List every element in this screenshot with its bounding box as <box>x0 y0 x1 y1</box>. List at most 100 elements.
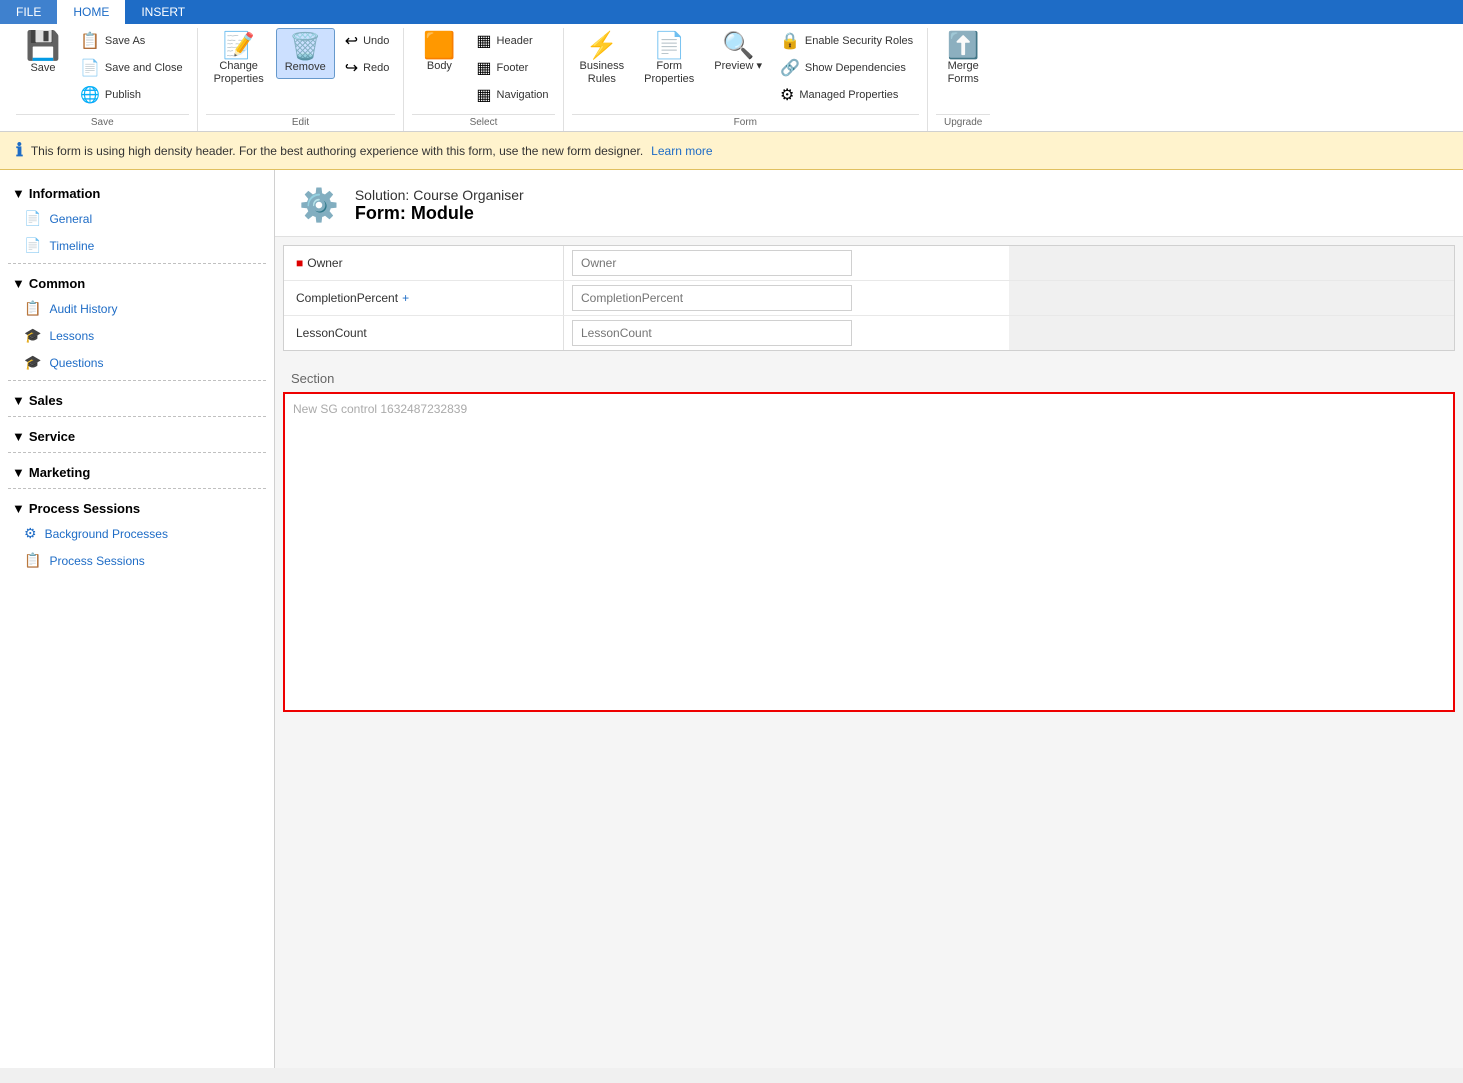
sidebar-section-header-common[interactable]: ▼ Common <box>0 268 274 295</box>
sidebar-section-header-service[interactable]: ▼ Service <box>0 421 274 448</box>
edit-group-label: Edit <box>206 114 396 131</box>
form-name-text: Form: Module <box>355 203 524 224</box>
sidebar-section-common: ▼ Common 📋 Audit History 🎓 Lessons 🎓 Que… <box>0 268 274 376</box>
save-button[interactable]: 💾 Save <box>16 28 70 79</box>
content-area: ⚙️ Solution: Course Organiser Form: Modu… <box>275 170 1463 1068</box>
sidebar-item-questions[interactable]: 🎓 Questions <box>0 349 274 376</box>
background-processes-icon: ⚙ <box>24 525 37 542</box>
ribbon-group-upgrade: ⬆️ Merge Forms Upgrade <box>928 28 998 131</box>
lessoncount-field-cell <box>564 316 1009 350</box>
sidebar: ▼ Information 📄 General 📄 Timeline ▼ Com… <box>0 170 275 1068</box>
sidebar-item-lessons[interactable]: 🎓 Lessons <box>0 322 274 349</box>
save-as-icon: 📋 <box>80 31 100 51</box>
tab-insert[interactable]: INSERT <box>125 0 201 24</box>
enable-security-label: Enable Security Roles <box>805 35 913 47</box>
audit-history-label: Audit History <box>49 302 117 316</box>
owner-label: Owner <box>307 256 342 270</box>
completion-label-cell: CompletionPercent + <box>284 281 564 315</box>
table-row: LessonCount <box>284 316 1454 350</box>
show-dependencies-label: Show Dependencies <box>805 62 906 74</box>
save-as-button[interactable]: 📋 Save As <box>74 28 189 54</box>
preview-button[interactable]: 🔍 Preview ▾ <box>706 28 770 77</box>
background-processes-label: Background Processes <box>45 527 168 541</box>
save-group-label: Save <box>16 114 189 131</box>
save-close-button[interactable]: 📄 Save and Close <box>74 55 189 81</box>
save-close-label: Save and Close <box>105 62 183 74</box>
undo-button[interactable]: ↩ Undo <box>339 28 396 54</box>
preview-label: Preview ▾ <box>714 60 762 73</box>
change-properties-button[interactable]: 📝 Change Properties <box>206 28 272 90</box>
navigation-button[interactable]: ▦ Navigation <box>470 82 554 108</box>
section-arrow-common: ▼ <box>12 276 25 291</box>
body-button[interactable]: 🟧 Body <box>412 28 466 77</box>
lessons-label: Lessons <box>49 329 94 343</box>
section-label: Section <box>275 359 1463 392</box>
publish-icon: 🌐 <box>80 85 100 105</box>
footer-button[interactable]: ▦ Footer <box>470 55 554 81</box>
section-label-sales: Sales <box>29 393 63 408</box>
form-name: Module <box>411 203 474 223</box>
section-label-service: Service <box>29 429 75 444</box>
save-close-icon: 📄 <box>80 58 100 78</box>
lessoncount-label-cell: LessonCount <box>284 316 564 350</box>
managed-properties-label: Managed Properties <box>799 89 898 101</box>
timeline-label: Timeline <box>49 239 94 253</box>
sidebar-item-process-sessions[interactable]: 📋 Process Sessions <box>0 547 274 574</box>
completion-field-cell <box>564 281 1009 315</box>
completion-label: CompletionPercent <box>296 291 398 305</box>
section-arrow-marketing: ▼ <box>12 465 25 480</box>
sidebar-section-sales: ▼ Sales <box>0 385 274 412</box>
info-icon: ℹ <box>16 140 23 161</box>
form-header: ⚙️ Solution: Course Organiser Form: Modu… <box>275 170 1463 237</box>
remove-button[interactable]: 🗑️ Remove <box>276 28 335 79</box>
form-fields-section: ■ Owner CompletionPercent + <box>283 245 1455 351</box>
form-properties-button[interactable]: 📄 Form Properties <box>636 28 702 90</box>
redo-button[interactable]: ↪ Redo <box>339 55 396 81</box>
publish-button[interactable]: 🌐 Publish <box>74 82 189 108</box>
enable-security-button[interactable]: 🔒 Enable Security Roles <box>774 28 919 54</box>
lessoncount-input[interactable] <box>572 320 852 346</box>
header-icon: ▦ <box>476 31 491 51</box>
divider-4 <box>8 452 266 453</box>
managed-properties-button[interactable]: ⚙ Managed Properties <box>774 82 919 108</box>
redo-label: Redo <box>363 62 389 74</box>
preview-icon: 🔍 <box>722 32 754 58</box>
section-label-common: Common <box>29 276 85 291</box>
business-rules-button[interactable]: ⚡ Business Rules <box>572 28 633 90</box>
sidebar-item-audit-history[interactable]: 📋 Audit History <box>0 295 274 322</box>
sidebar-section-header-information[interactable]: ▼ Information <box>0 178 274 205</box>
learn-more-link[interactable]: Learn more <box>651 144 712 158</box>
section-arrow-sales: ▼ <box>12 393 25 408</box>
merge-forms-button[interactable]: ⬆️ Merge Forms <box>936 28 990 90</box>
form-header-text: Solution: Course Organiser Form: Module <box>355 187 524 224</box>
owner-extra-cell <box>1009 246 1454 280</box>
form-group-label: Form <box>572 114 920 131</box>
sidebar-item-background-processes[interactable]: ⚙ Background Processes <box>0 520 274 547</box>
solution-text: Solution: Course Organiser <box>355 187 524 203</box>
info-bar: ℹ This form is using high density header… <box>0 132 1463 170</box>
completion-extra-cell <box>1009 281 1454 315</box>
form-properties-label: Form Properties <box>644 60 694 86</box>
audit-history-icon: 📋 <box>24 300 41 317</box>
tab-home[interactable]: HOME <box>57 0 125 24</box>
sidebar-item-timeline[interactable]: 📄 Timeline <box>0 232 274 259</box>
redo-icon: ↪ <box>345 58 358 78</box>
owner-input[interactable] <box>572 250 852 276</box>
undo-label: Undo <box>363 35 389 47</box>
ribbon-group-select: 🟧 Body ▦ Header ▦ Footer ▦ Navigation <box>404 28 563 131</box>
sidebar-section-information: ▼ Information 📄 General 📄 Timeline <box>0 178 274 259</box>
body-icon: 🟧 <box>423 32 455 58</box>
upgrade-group-label: Upgrade <box>936 114 990 131</box>
sidebar-item-general[interactable]: 📄 General <box>0 205 274 232</box>
sidebar-section-header-marketing[interactable]: ▼ Marketing <box>0 457 274 484</box>
sidebar-section-header-process-sessions[interactable]: ▼ Process Sessions <box>0 493 274 520</box>
tab-file[interactable]: FILE <box>0 0 57 24</box>
show-dependencies-button[interactable]: 🔗 Show Dependencies <box>774 55 919 81</box>
completion-input[interactable] <box>572 285 852 311</box>
divider-3 <box>8 416 266 417</box>
managed-properties-icon: ⚙ <box>780 85 794 105</box>
header-button[interactable]: ▦ Header <box>470 28 554 54</box>
sidebar-section-header-sales[interactable]: ▼ Sales <box>0 385 274 412</box>
sidebar-section-process-sessions: ▼ Process Sessions ⚙ Background Processe… <box>0 493 274 574</box>
sg-control-box[interactable]: New SG control 1632487232839 <box>283 392 1455 712</box>
